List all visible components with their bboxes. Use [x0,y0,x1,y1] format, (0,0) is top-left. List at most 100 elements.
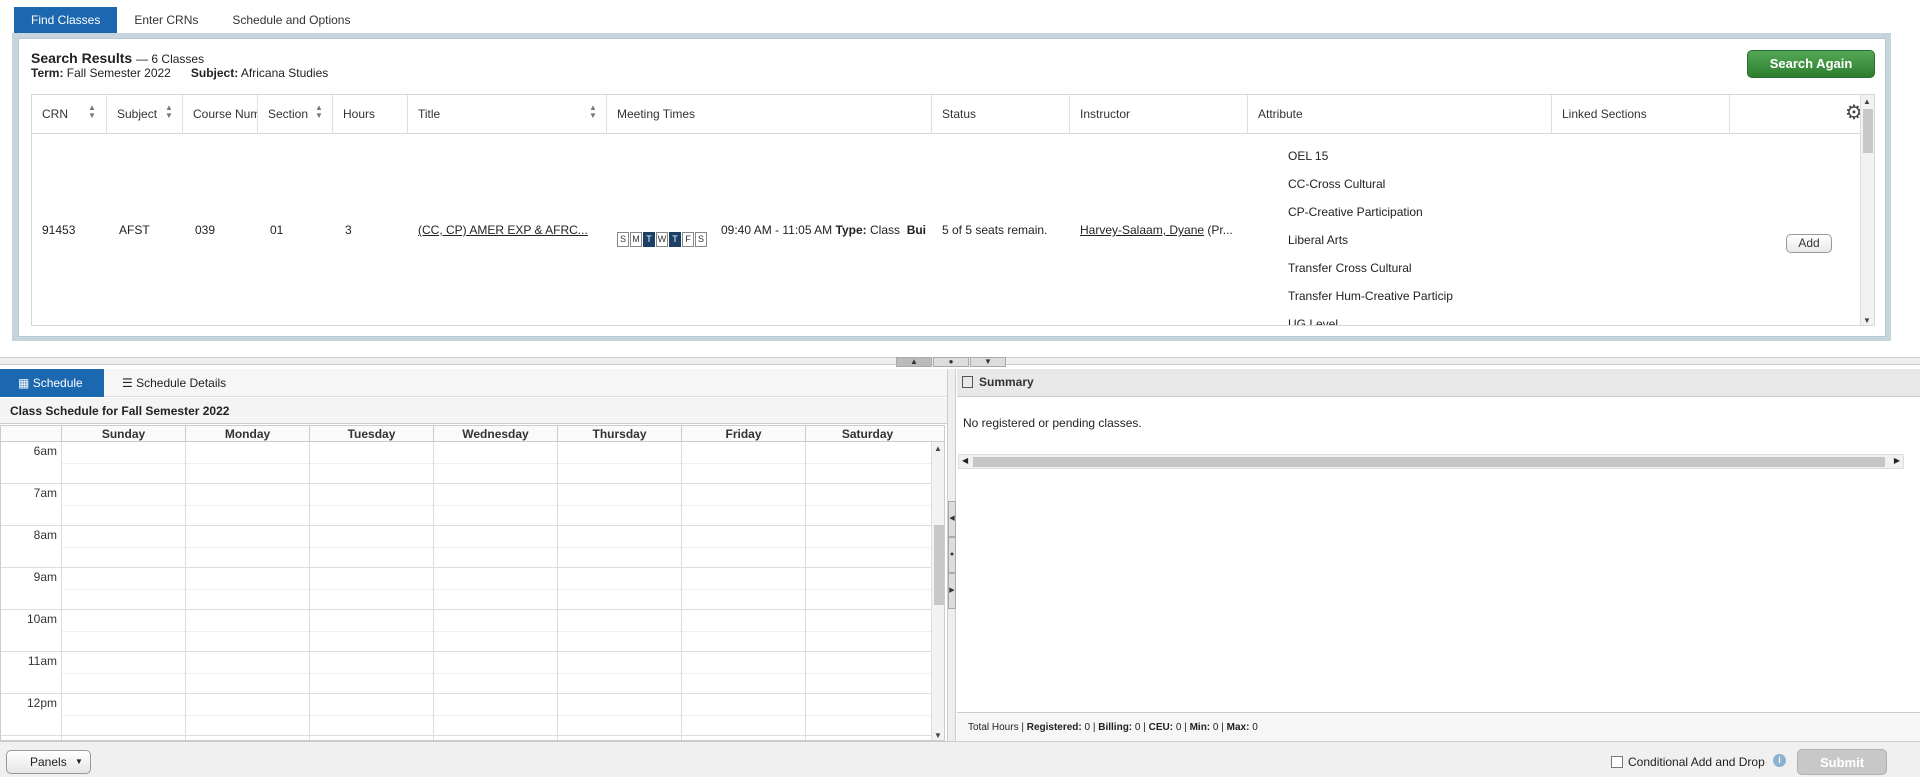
attribute-list: OEL 15 CC-Cross Cultural CP-Creative Par… [1288,142,1453,325]
bottom-bar: Panels ▼ Conditional Add and Drop i Submi… [0,741,1920,777]
panels-label: Panels [30,755,67,769]
scroll-up-icon[interactable]: ▲ [1863,97,1871,106]
conditional-checkbox[interactable] [1611,756,1623,768]
tab-details-label: Schedule Details [136,376,227,390]
col-status-label: Status [942,107,977,121]
tab-enter-crns[interactable]: Enter CRNs [117,7,215,33]
calendar-scrollbar[interactable]: ▲ ▼ [931,442,944,740]
hour-row: 6am [1,442,931,484]
table-row[interactable]: 91453 AFST 039 01 3 (CC, CP) AMER EXP & … [32,134,1862,325]
panels-button[interactable]: Panels ▼ [6,750,91,774]
day-header: Thursday [557,426,681,442]
scroll-thumb[interactable] [1863,109,1873,153]
cell-subject: AFST [119,223,150,237]
sort-icon: ▲ ▼ [315,103,323,120]
conditional-add-drop[interactable]: Conditional Add and Drop [1611,755,1765,769]
hour-row: 9am [1,568,931,610]
scroll-down-icon[interactable]: ▼ [1863,316,1871,325]
cell-crn: 91453 [42,223,76,237]
top-tabs: Find Classes Enter CRNs Schedule and Opt… [14,7,367,33]
col-hours-label: Hours [343,107,376,121]
col-course-num[interactable]: Course Num [183,95,258,134]
col-meeting-times[interactable]: Meeting Times [607,95,932,134]
col-title[interactable]: Title ▲ ▼ [408,95,607,134]
instructor-link[interactable]: Harvey-Salaam, Dyane [1080,223,1204,237]
col-title-label: Title [418,107,441,121]
tab-schedule[interactable]: ▦ Schedule [0,369,104,397]
hour-label: 6am [33,444,57,458]
sort-icon: ▲ ▼ [165,103,173,120]
col-meeting-label: Meeting Times [617,107,696,121]
search-results-panel: Search Results — 6 Classes Term: Fall Se… [18,38,1886,337]
tab-schedule-details[interactable]: ☰ Schedule Details [104,369,244,397]
hour-label: 9am [33,570,57,584]
scroll-up-icon[interactable]: ▲ [934,444,942,453]
tab-schedule-options[interactable]: Schedule and Options [215,7,367,33]
col-linked-label: Linked Sections [1562,107,1647,121]
day-header: Friday [681,426,805,442]
submit-button[interactable]: Submit [1797,749,1887,775]
min-label: Min: [1189,722,1211,733]
col-attribute-label: Attribute [1258,107,1303,121]
col-subject[interactable]: Subject ▲ ▼ [107,95,183,134]
registered-label: Registered: [1026,722,1082,733]
registration-app: Find Classes Enter CRNs Schedule and Opt… [0,0,1920,777]
results-grid: CRN ▲ ▼ Subject ▲ ▼ Course Num Section ▲ ▼ Hou… [31,94,1875,326]
collapse-up-icon[interactable]: ▲ [896,357,932,367]
grid-header: CRN ▲ ▼ Subject ▲ ▼ Course Num Section ▲ ▼ Hou… [32,95,1863,134]
vertical-splitter[interactable]: ◀ ● ▶ [947,369,956,741]
course-title-link[interactable]: (CC, CP) AMER EXP & AFRC... [418,223,588,237]
col-section[interactable]: Section ▲ ▼ [258,95,333,134]
billing-label: Billing: [1098,722,1133,733]
col-hours[interactable]: Hours [333,95,408,134]
col-crn[interactable]: CRN ▲ ▼ [32,95,107,134]
col-status[interactable]: Status [932,95,1070,134]
attribute-item: Liberal Arts [1288,233,1349,247]
tab-find-classes[interactable]: Find Classes [14,7,118,33]
collapse-left-icon[interactable]: ◀ [948,501,956,537]
day-monday: M [630,232,642,247]
search-again-button[interactable]: Search Again [1747,50,1875,78]
scroll-thumb[interactable] [973,457,1885,467]
scroll-left-icon[interactable]: ◀ [962,456,968,465]
instructor-suffix: (Pr... [1207,223,1233,237]
day-header: Wednesday [433,426,557,442]
add-button[interactable]: Add [1786,234,1832,253]
collapse-down-icon[interactable]: ▼ [970,357,1006,367]
day-header: Tuesday [309,426,433,442]
horizontal-splitter[interactable]: ▲ ● ▼ [0,357,1920,367]
type-value: Class [870,223,901,237]
building: Bui [906,223,927,237]
splitter-center-icon[interactable]: ● [948,537,956,573]
subject-label: Subject: [190,66,239,80]
registered-value: 0 [1084,722,1091,733]
cell-title: (CC, CP) AMER EXP & AFRC... [408,134,607,325]
day-saturday: S [695,232,707,247]
summary-scrollbar[interactable]: ◀ ▶ [958,454,1904,469]
max-label: Max: [1226,722,1250,733]
day-tuesday: T [643,232,655,247]
conditional-label: Conditional Add and Drop [1628,755,1765,769]
col-instructor[interactable]: Instructor [1070,95,1248,134]
splitter-center-icon[interactable]: ● [933,357,969,367]
hour-row: 11am [1,652,931,694]
attribute-item: OEL 15 [1288,149,1329,163]
day-header: Monday [185,426,309,442]
cell-course: 039 [195,223,216,237]
scroll-right-icon[interactable]: ▶ [1894,456,1900,465]
day-sunday: S [617,232,629,247]
cell-status: 5 of 5 seats remain. [942,223,1048,237]
scroll-down-icon[interactable]: ▼ [934,731,942,740]
results-title: Search Results — 6 Classes [31,50,204,66]
cell-section: 01 [270,223,284,237]
collapse-right-icon[interactable]: ▶ [948,573,956,609]
info-icon[interactable]: i [1773,754,1786,767]
calendar-icon: ▦ [18,376,30,390]
tab-schedule-label: Schedule [32,376,83,390]
grid-scrollbar[interactable]: ▲ ▼ [1860,95,1874,325]
ceu-label: CEU: [1148,722,1174,733]
col-linked-sections[interactable]: Linked Sections [1552,95,1730,134]
col-attribute[interactable]: Attribute [1248,95,1552,134]
term-value: Fall Semester 2022 [66,66,171,80]
scroll-thumb[interactable] [934,525,944,605]
